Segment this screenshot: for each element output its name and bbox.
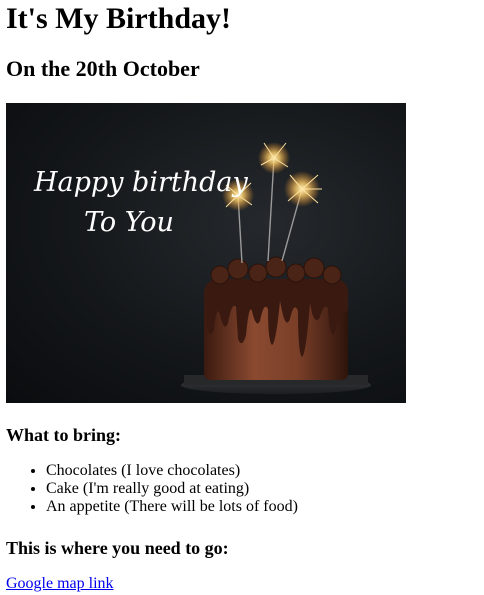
greeting-script-line2: To You xyxy=(84,207,174,238)
bring-list: Chocolates (I love chocolates) Cake (I'm… xyxy=(6,462,298,516)
list-item: An appetite (There will be lots of food) xyxy=(46,498,298,516)
google-map-link[interactable]: Google map link xyxy=(6,575,114,593)
birthday-cake-image: Happy birthday To You xyxy=(6,103,406,403)
birthday-cake-illustration: Happy birthday To You xyxy=(33,142,371,394)
greeting-script-line1: Happy birthday xyxy=(33,167,248,198)
list-item: Chocolates (I love chocolates) xyxy=(46,462,298,480)
list-item: Cake (I'm really good at eating) xyxy=(46,480,298,498)
page-title: It's My Birthday! xyxy=(6,2,231,35)
what-to-bring-heading: What to bring: xyxy=(6,425,122,445)
page-subtitle: On the 20th October xyxy=(6,56,200,81)
directions-heading: This is where you need to go: xyxy=(6,538,229,558)
